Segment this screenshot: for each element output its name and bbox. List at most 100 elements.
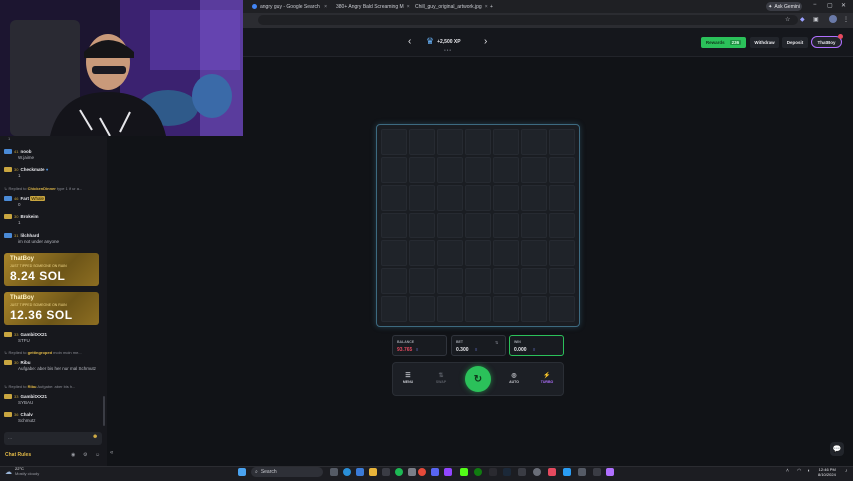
app-icon[interactable] [408,468,416,476]
grid-cell[interactable] [381,184,407,211]
grid-cell[interactable] [437,212,463,239]
chat-input[interactable]: ... ☻ [4,432,102,445]
grid-cell[interactable] [549,212,575,239]
store-icon[interactable] [356,468,364,476]
grid-cell[interactable] [465,129,491,155]
volume-icon[interactable]: ◖ [807,468,810,474]
app-icon[interactable] [489,468,497,476]
chat-rules-link[interactable]: Chat Rules [5,452,31,458]
task-view-icon[interactable] [330,468,338,476]
extension-icon[interactable]: ◆ [800,16,805,23]
profile-button[interactable]: ThatBoy [811,36,842,48]
xbox-icon[interactable] [474,468,482,476]
grid-cell[interactable] [409,184,435,211]
file-explorer-icon[interactable] [369,468,377,476]
app-icon[interactable] [548,468,556,476]
grid-cell[interactable] [549,296,575,322]
users-icon[interactable]: ☺ [95,452,100,458]
support-chat-button[interactable]: 💬 [830,442,844,456]
grid-cell[interactable] [493,240,519,267]
menu-button[interactable]: ☰ MENU [398,372,418,384]
swap-button[interactable]: ⇅ SWAP [431,372,451,384]
grid-cell[interactable] [549,129,575,155]
grid-cell[interactable] [549,184,575,211]
clock[interactable]: 12:46 PM 8/10/2024 [818,467,836,477]
close-icon[interactable]: × [485,4,489,10]
grid-cell[interactable] [381,156,407,183]
grid-cell[interactable] [521,268,547,295]
steam-icon[interactable] [503,468,511,476]
grid-cell[interactable] [493,296,519,322]
grid-cell[interactable] [493,212,519,239]
grid-cell[interactable] [381,296,407,322]
grid-cell[interactable] [521,129,547,155]
tab-chill-guy[interactable]: Chill_guy_original_artwork.jpg × [412,1,489,12]
grid-cell[interactable] [549,268,575,295]
more-menu-icon[interactable]: ⋮ [843,16,849,23]
grid-cell[interactable] [465,268,491,295]
close-icon[interactable]: × [407,4,410,10]
grid-cell[interactable] [493,129,519,155]
grid-cell[interactable] [437,184,463,211]
maximize-button[interactable]: ▢ [827,2,833,9]
play-button[interactable]: ↻ [465,366,491,392]
profile-avatar[interactable] [829,15,837,23]
ask-gemini-button[interactable]: ✦ Ask Gemini [766,2,802,11]
deposit-button[interactable]: Deposit [782,37,808,48]
windows-start-icon[interactable] [238,468,246,476]
new-tab-button[interactable]: + [490,1,498,12]
grid-cell[interactable] [493,156,519,183]
tab-angry-bald[interactable]: 380+ Angry Bald Screaming M × [333,1,410,12]
grid-cell[interactable] [493,268,519,295]
notification-bell-icon[interactable]: ♪ [845,468,848,474]
grid-cell[interactable] [549,156,575,183]
chevron-right-icon[interactable]: › [484,36,487,47]
grid-cell[interactable] [409,129,435,155]
grid-cell[interactable] [521,156,547,183]
kick-icon[interactable] [460,468,468,476]
puzzle-icon[interactable]: ▣ [813,16,819,23]
weather-widget[interactable]: ☁ 22°C Mostly cloudy [5,466,39,476]
race-banner[interactable]: ♛ +2,500 XP [426,36,461,47]
grid-cell[interactable] [521,240,547,267]
grid-cell[interactable] [465,156,491,183]
grid-cell[interactable] [465,296,491,322]
grid-cell[interactable] [465,212,491,239]
grid-cell[interactable] [437,129,463,155]
grid-cell[interactable] [381,129,407,155]
obs-icon[interactable] [533,468,541,476]
grid-cell[interactable] [465,184,491,211]
grid-cell[interactable] [409,156,435,183]
app-icon[interactable] [578,468,586,476]
grid-cell[interactable] [381,212,407,239]
grid-cell[interactable] [549,240,575,267]
chat-scrollbar[interactable] [103,396,105,426]
app-icon[interactable] [606,468,614,476]
discord-icon[interactable] [431,468,439,476]
app-icon[interactable] [593,468,601,476]
grid-cell[interactable] [521,212,547,239]
grid-cell[interactable] [409,212,435,239]
edge-icon[interactable] [343,468,351,476]
collapse-chat-icon[interactable]: « [110,450,113,456]
minimize-button[interactable]: − [813,2,817,8]
chevron-left-icon[interactable]: ‹ [408,36,411,47]
app-icon[interactable] [382,468,390,476]
chrome-icon[interactable] [418,468,426,476]
taskbar-search[interactable]: ⌕ Search [251,467,323,477]
bet-stepper-icon[interactable]: ⇅ [495,340,498,345]
bet-value[interactable]: 0.300 [456,347,469,353]
telegram-icon[interactable] [563,468,571,476]
turbo-button[interactable]: ⚡ TURBO [537,372,557,384]
star-icon[interactable]: ☆ [785,16,790,23]
grid-cell[interactable] [381,240,407,267]
grid-cell[interactable] [521,296,547,322]
grid-cell[interactable] [465,240,491,267]
grid-cell[interactable] [437,156,463,183]
tray-overflow-icon[interactable]: ˄ [786,468,789,474]
grid-cell[interactable] [437,296,463,322]
close-icon[interactable]: × [324,4,329,10]
twitch-icon[interactable] [444,468,452,476]
grid-cell[interactable] [493,184,519,211]
auto-button[interactable]: ◎ AUTO [504,372,524,384]
